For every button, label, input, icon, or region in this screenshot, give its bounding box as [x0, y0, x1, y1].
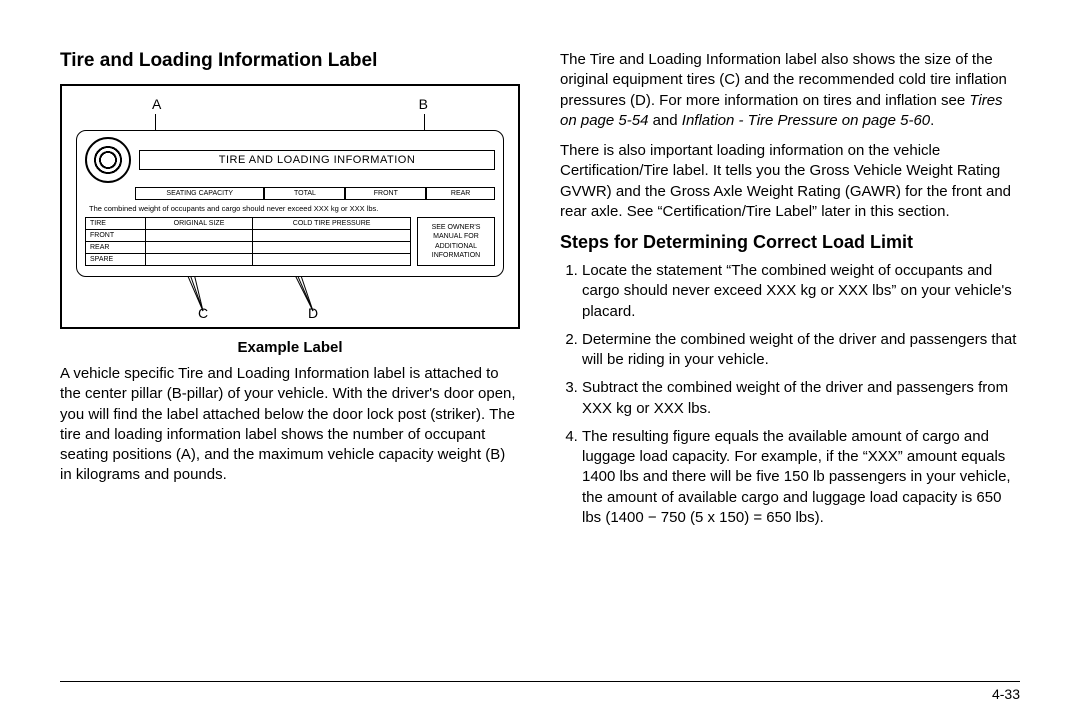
bottom-connectors	[76, 277, 506, 321]
th-pressure: COLD TIRE PRESSURE	[253, 218, 411, 230]
seating-total: TOTAL	[264, 187, 345, 200]
combined-weight-note: The combined weight of occupants and car…	[89, 204, 495, 213]
label-diagram: A B TIRE AND LOADING INFORMATION SEATING…	[60, 84, 520, 329]
owners-manual-box: SEE OWNER'S MANUAL FOR ADDITIONAL INFORM…	[417, 217, 495, 266]
card-top-row: TIRE AND LOADING INFORMATION	[85, 137, 495, 183]
right-para-2: There is also important loading informat…	[560, 141, 1020, 222]
table-row: SPARE	[86, 254, 411, 266]
list-item: The resulting figure equals the availabl…	[582, 427, 1020, 528]
para1-part-c: and	[648, 112, 681, 129]
th-size: ORIGINAL SIZE	[145, 218, 252, 230]
para1-part-a: The Tire and Loading Information label a…	[560, 51, 1007, 109]
row-spare: SPARE	[86, 254, 146, 266]
tire-table: TIRE ORIGINAL SIZE COLD TIRE PRESSURE FR…	[85, 217, 411, 266]
list-item: Determine the combined weight of the dri…	[582, 330, 1020, 371]
two-column-layout: Tire and Loading Information Label A B T…	[60, 50, 1020, 536]
letter-a: A	[152, 96, 161, 112]
sidebox-line: SEE OWNER'S	[420, 223, 492, 232]
left-column: Tire and Loading Information Label A B T…	[60, 50, 520, 536]
table-row: FRONT	[86, 230, 411, 242]
row-front: FRONT	[86, 230, 146, 242]
letter-c: C	[198, 305, 208, 321]
list-item: Subtract the combined weight of the driv…	[582, 378, 1020, 419]
th-tire: TIRE	[86, 218, 146, 230]
tire-label-card: TIRE AND LOADING INFORMATION SEATING CAP…	[76, 130, 504, 277]
letter-d: D	[308, 305, 318, 321]
para1-part-e: .	[930, 112, 934, 129]
sidebox-line: MANUAL FOR	[420, 232, 492, 241]
steps-list: Locate the statement “The combined weigh…	[582, 261, 1020, 528]
connector-b	[424, 114, 425, 130]
left-paragraph: A vehicle specific Tire and Loading Info…	[60, 364, 520, 486]
page-footer: 4-33	[60, 681, 1020, 702]
seating-label: SEATING CAPACITY	[135, 187, 264, 200]
connector-a	[155, 114, 156, 130]
list-item: Locate the statement “The combined weigh…	[582, 261, 1020, 322]
tire-grid-area: TIRE ORIGINAL SIZE COLD TIRE PRESSURE FR…	[85, 217, 495, 266]
manual-page: Tire and Loading Information Label A B T…	[0, 0, 1080, 720]
right-column: The Tire and Loading Information label a…	[560, 50, 1020, 536]
sidebox-line: INFORMATION	[420, 251, 492, 260]
diagram-bottom: C D	[76, 277, 504, 321]
page-number: 4-33	[992, 686, 1020, 702]
label-title-band: TIRE AND LOADING INFORMATION	[139, 150, 495, 170]
seating-front: FRONT	[345, 187, 426, 200]
diagram-caption: Example Label	[60, 339, 520, 356]
seating-capacity-row: SEATING CAPACITY TOTAL FRONT REAR	[135, 187, 495, 200]
left-heading: Tire and Loading Information Label	[60, 50, 520, 72]
right-para-1: The Tire and Loading Information label a…	[560, 50, 1020, 131]
tire-icon	[85, 137, 131, 183]
para1-ref-2: Inflation - Tire Pressure on page 5-60	[682, 112, 930, 129]
seating-rear: REAR	[426, 187, 495, 200]
table-row: REAR	[86, 242, 411, 254]
letter-b: B	[419, 96, 428, 112]
diagram-top-connectors	[76, 114, 504, 130]
right-heading: Steps for Determining Correct Load Limit	[560, 232, 1020, 253]
sidebox-line: ADDITIONAL	[420, 242, 492, 251]
diagram-top-letters: A B	[76, 96, 504, 114]
row-rear: REAR	[86, 242, 146, 254]
